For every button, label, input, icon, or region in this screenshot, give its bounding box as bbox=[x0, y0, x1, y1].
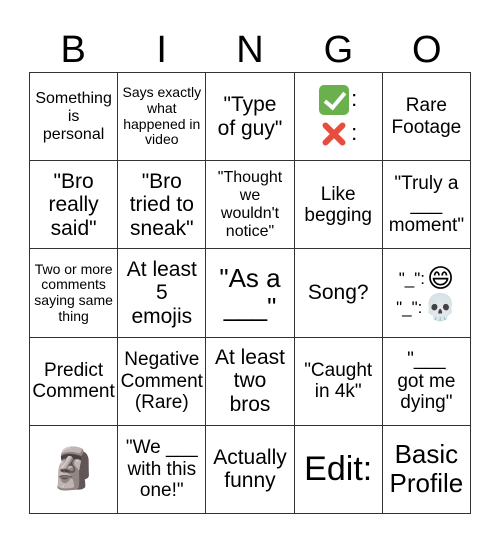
cell-text: Basic Profile bbox=[389, 439, 464, 499]
bingo-cell[interactable]: "_": 😄 "_": 💀 bbox=[382, 249, 471, 338]
cell-text: : bbox=[351, 120, 358, 146]
header-letter-o: O bbox=[412, 29, 442, 71]
cell-text: Actually funny bbox=[213, 445, 287, 493]
bingo-board: Something is personal Says exactly what … bbox=[29, 72, 471, 514]
cell-text: "Thought we wouldn't notice" bbox=[217, 168, 283, 240]
cell-text: "Bro really said" bbox=[48, 169, 99, 240]
bingo-cell[interactable]: At least two bros bbox=[206, 337, 295, 426]
cell-text: "We ___ with this one!" bbox=[125, 437, 198, 502]
cell-text: Edit: bbox=[304, 450, 373, 489]
header-letter-g: G bbox=[323, 29, 354, 71]
bingo-cell[interactable]: 🗿 bbox=[30, 425, 119, 514]
bingo-cell[interactable]: Something is personal bbox=[30, 73, 119, 162]
cell-text: "Bro tried to sneak" bbox=[129, 169, 194, 240]
cell-text: "Caught in 4k" bbox=[304, 359, 373, 403]
bingo-cell[interactable]: Actually funny bbox=[206, 425, 295, 514]
bingo-cell[interactable]: "Thought we wouldn't notice" bbox=[206, 161, 295, 250]
moai-icon: 🗿 bbox=[48, 446, 99, 491]
bingo-cell[interactable]: "Caught in 4k" bbox=[294, 337, 383, 426]
cell-text: : bbox=[351, 86, 358, 112]
bingo-cell[interactable]: Edit: bbox=[294, 425, 383, 514]
bingo-cell[interactable]: Basic Profile bbox=[382, 425, 471, 514]
bingo-cell[interactable]: At least 5 emojis bbox=[118, 249, 207, 338]
cell-text: Two or more comments saying same thing bbox=[34, 260, 113, 324]
cell-text: Negative Comment (Rare) bbox=[120, 349, 203, 413]
bingo-cell[interactable]: "We ___ with this one!" bbox=[118, 425, 207, 514]
cross-mark-icon bbox=[319, 119, 349, 149]
cell-text: Says exactly what happened in video bbox=[122, 84, 202, 148]
bingo-cell[interactable]: "Bro really said" bbox=[30, 161, 119, 250]
bingo-cell[interactable]: Two or more comments saying same thing bbox=[30, 249, 119, 338]
bingo-cell[interactable]: "Bro tried to sneak" bbox=[118, 161, 207, 250]
header-letter-b: B bbox=[60, 29, 86, 71]
skull-icon: 💀 bbox=[424, 291, 457, 322]
bingo-cell[interactable]: Says exactly what happened in video bbox=[118, 73, 207, 162]
bingo-cell[interactable]: Rare Footage bbox=[382, 73, 471, 162]
cell-text: "Type of guy" bbox=[217, 93, 283, 140]
cell-text: Predict Comment bbox=[32, 359, 115, 403]
grinning-face-icon: 😄 bbox=[426, 262, 455, 293]
cell-text: "Truly a ___ moment" bbox=[388, 172, 465, 237]
header-letter-n: N bbox=[236, 29, 264, 71]
bingo-cell[interactable]: Like begging bbox=[294, 161, 383, 250]
cell-text: "___ got me dying" bbox=[397, 349, 456, 413]
bingo-cell[interactable]: Predict Comment bbox=[30, 337, 119, 426]
bingo-cell[interactable]: Song? bbox=[294, 249, 383, 338]
bingo-cell[interactable]: "Truly a ___ moment" bbox=[382, 161, 471, 250]
cell-text: Rare Footage bbox=[391, 95, 462, 138]
bingo-cell[interactable]: "Type of guy" bbox=[206, 73, 295, 162]
cell-text: Something is personal bbox=[35, 89, 112, 143]
bingo-cell[interactable]: Negative Comment (Rare) bbox=[118, 337, 207, 426]
cell-text: At least two bros bbox=[214, 345, 286, 416]
bingo-header: B I N G O bbox=[29, 28, 471, 72]
bingo-cell[interactable]: : : bbox=[294, 73, 383, 162]
cell-text: "As a ___" bbox=[219, 262, 281, 322]
check-mark-icon bbox=[319, 84, 350, 115]
cell-text: "_": bbox=[396, 298, 423, 318]
cell-text: "_": bbox=[398, 268, 425, 288]
bingo-cell[interactable]: "As a ___" bbox=[206, 249, 295, 338]
header-letter-i: I bbox=[156, 29, 167, 71]
cell-text: Song? bbox=[307, 281, 369, 305]
cell-text: At least 5 emojis bbox=[126, 257, 197, 328]
cell-text: Like begging bbox=[304, 183, 372, 226]
bingo-cell[interactable]: "___ got me dying" bbox=[382, 337, 471, 426]
